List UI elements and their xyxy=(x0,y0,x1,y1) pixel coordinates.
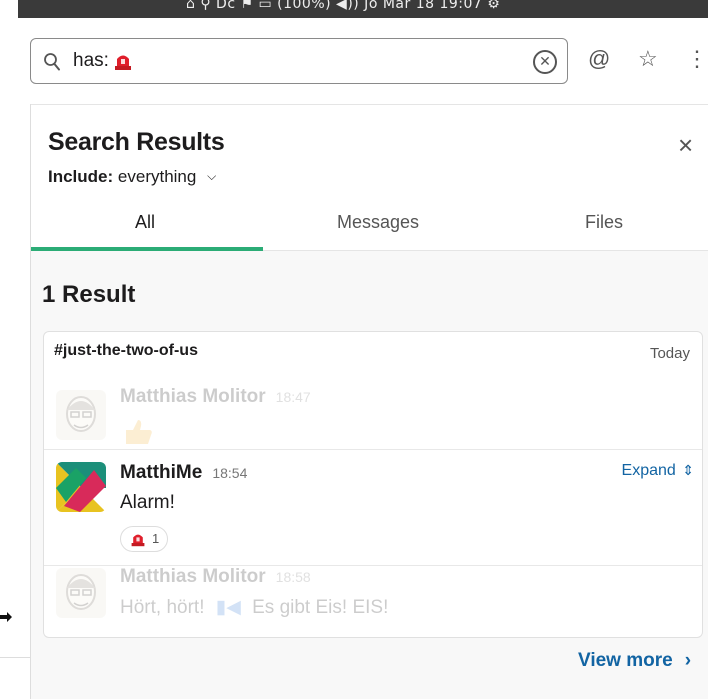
message-body: Hört, hört! ▮◀ Es gibt Eis! EIS! xyxy=(120,597,389,618)
reaction-pill[interactable]: 1 xyxy=(120,526,168,552)
include-filter-dropdown[interactable]: Include: everything ⌵ xyxy=(48,167,216,187)
message-author[interactable]: Matthias Molitor 18:58 xyxy=(120,566,311,588)
thumbs-up-icon xyxy=(126,420,152,444)
search-query: has: xyxy=(73,50,134,72)
expand-chevrons-icon: ⇕ xyxy=(682,462,694,478)
message-body: Alarm! xyxy=(120,492,175,513)
tab-files[interactable]: Files xyxy=(585,212,623,233)
rotating-light-icon xyxy=(114,55,131,70)
chevron-down-icon: ⌵ xyxy=(207,169,217,183)
include-label: Include: xyxy=(48,167,114,186)
avatar xyxy=(56,568,106,618)
reaction-count: 1 xyxy=(152,531,160,546)
speaker-icon: ▮◀ xyxy=(215,597,241,618)
avatar[interactable] xyxy=(56,462,106,512)
context-message: Matthias Molitor 18:58 Hört, hört! ▮◀ Es … xyxy=(44,566,702,637)
star-icon[interactable]: ☆ xyxy=(638,46,658,72)
view-more-link[interactable]: View more › xyxy=(578,650,691,672)
close-icon[interactable]: × xyxy=(678,132,693,158)
expand-button[interactable]: Expand ⇕ xyxy=(622,462,694,480)
search-result-card[interactable]: #just-the-two-of-us Today Matthias Molit… xyxy=(43,331,703,638)
channel-name[interactable]: #just-the-two-of-us xyxy=(54,342,198,360)
panel-title: Search Results xyxy=(48,128,225,156)
chevron-right-icon: › xyxy=(684,650,692,671)
results-tabs: All Messages Files xyxy=(31,198,708,251)
system-status-text: ⌂ ⚲ Dc ⚑ ▭ (100%) ◀)) Jo Mar 18 19:07 ⚙ xyxy=(186,0,501,12)
search-input[interactable]: has: ✕ xyxy=(30,38,568,84)
tab-messages[interactable]: Messages xyxy=(337,212,419,233)
search-icon xyxy=(44,53,60,71)
system-status-bar: ⌂ ⚲ Dc ⚑ ▭ (100%) ◀)) Jo Mar 18 19:07 ⚙ xyxy=(18,0,708,18)
message-author[interactable]: MatthiMe 18:54 xyxy=(120,462,247,484)
sidebar-row-divider xyxy=(0,657,30,658)
avatar xyxy=(56,390,106,440)
result-date: Today xyxy=(649,345,690,362)
include-value: everything xyxy=(117,167,197,186)
message-author[interactable]: Matthias Molitor 18:47 xyxy=(120,386,311,408)
search-query-text: has: xyxy=(73,50,109,71)
mentions-icon[interactable]: @ xyxy=(588,46,610,72)
context-message: Matthias Molitor 18:47 xyxy=(44,384,702,448)
clear-search-button[interactable]: ✕ xyxy=(533,50,557,74)
cursor-arrow-icon xyxy=(0,612,12,622)
matched-message[interactable]: MatthiMe 18:54 Alarm! 1 Expand ⇕ xyxy=(44,450,702,564)
more-options-icon[interactable]: ⋮ xyxy=(686,46,708,72)
result-count: 1 Result xyxy=(42,281,136,308)
panel-top-border xyxy=(31,104,708,105)
tab-all[interactable]: All xyxy=(135,212,155,233)
rotating-light-icon xyxy=(131,534,145,547)
